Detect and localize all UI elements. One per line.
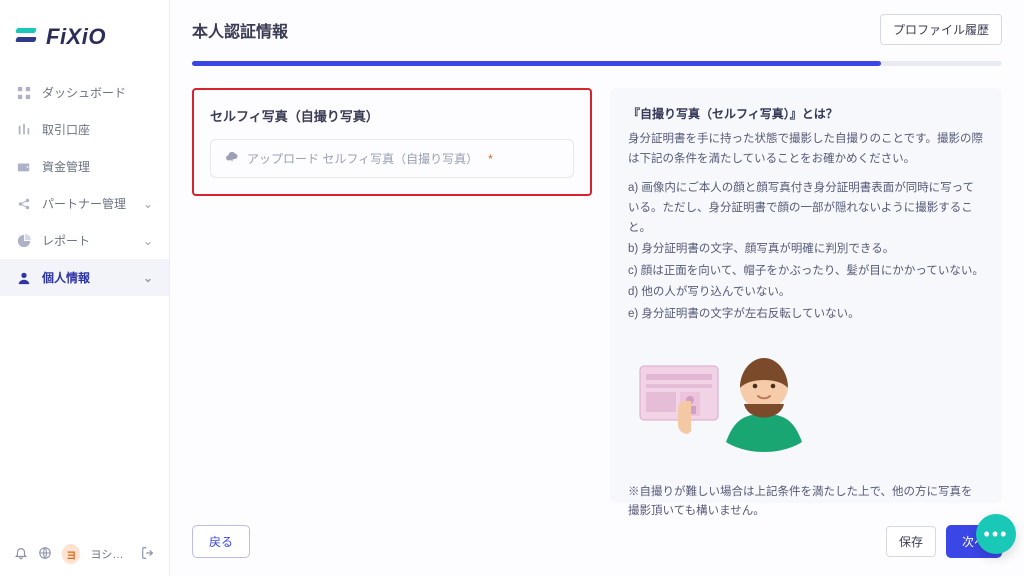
selfie-upload-card: セルフィ写真（自撮り写真） アップロード セルフィ写真（自撮り写真） * — [192, 88, 592, 196]
info-rule: e) 身分証明書の文字が左右反転していない。 — [628, 305, 984, 325]
grid-icon — [16, 85, 32, 101]
chat-fab[interactable]: ••• — [976, 514, 1016, 554]
sidebar-item-label: レポート — [42, 232, 90, 249]
brand-name: FiXiO — [46, 24, 106, 50]
info-rule: a) 画像内にご本人の顔と顔写真付き身分証明書表面が同時に写っている。ただし、身… — [628, 179, 984, 238]
info-intro: 身分証明書を手に持った状態で撮影した自撮りのことです。撮影の際は下記の条件を満た… — [628, 130, 984, 169]
info-heading: 『自撮り写真（セルフィ写真）』とは？ — [628, 104, 984, 124]
page-title: 本人認証情報 — [192, 18, 288, 42]
sidebar-item-label: 個人情報 — [42, 269, 90, 286]
chevron-down-icon: ⌄ — [143, 234, 153, 248]
brand-logo: FiXiO — [0, 0, 169, 68]
sidebar-item-personal[interactable]: 個人情報 ⌄ — [0, 259, 169, 296]
required-mark: * — [488, 152, 493, 166]
info-rule: d) 他の人が写り込んでいない。 — [628, 283, 984, 303]
upload-panel: セルフィ写真（自撮り写真） アップロード セルフィ写真（自撮り写真） * — [192, 88, 592, 503]
sidebar-item-partner[interactable]: パートナー管理 ⌄ — [0, 185, 169, 222]
chat-icon: ••• — [984, 524, 1009, 545]
sidebar-item-dashboard[interactable]: ダッシュボード — [0, 74, 169, 111]
wallet-icon — [16, 159, 32, 175]
sidebar-item-funds[interactable]: 資金管理 — [0, 148, 169, 185]
sidebar-item-accounts[interactable]: 取引口座 — [0, 111, 169, 148]
logout-icon[interactable] — [141, 546, 155, 563]
chevron-down-icon: ⌄ — [143, 197, 153, 211]
info-rule: c) 顔は正面を向いて、帽子をかぶったり、髪が目にかかっていない。 — [628, 262, 984, 282]
selfie-illustration — [628, 338, 828, 458]
user-name: ヨシダ… — [90, 546, 131, 562]
share-icon — [16, 196, 32, 212]
info-panel: 『自撮り写真（セルフィ写真）』とは？ 身分証明書を手に持った状態で撮影した自撮り… — [610, 88, 1002, 503]
brand-logo-mark — [16, 25, 40, 49]
bars-icon — [16, 122, 32, 138]
globe-icon[interactable] — [38, 546, 52, 563]
main: 本人認証情報 プロファイル履歴 セルフィ写真（自撮り写真） アップロード セルフ… — [170, 0, 1024, 576]
sidebar-nav: ダッシュボード 取引口座 資金管理 パートナー管理 ⌄ — [0, 68, 169, 532]
info-rule: b) 身分証明書の文字、顔写真が明確に判別できる。 — [628, 240, 984, 260]
avatar[interactable]: ヨ — [62, 544, 80, 564]
upload-dropzone[interactable]: アップロード セルフィ写真（自撮り写真） * — [210, 139, 574, 178]
info-rules: a) 画像内にご本人の顔と顔写真付き身分証明書表面が同時に写っている。ただし、身… — [628, 179, 984, 324]
sidebar-item-label: 取引口座 — [42, 121, 90, 138]
info-note-1: ※自撮りが難しい場合は上記条件を満たした上で、他の方に写真を撮影頂いても構いませ… — [628, 483, 984, 522]
footer-bar: 戻る 保存 次へ — [170, 525, 1024, 576]
pie-icon — [16, 233, 32, 249]
chevron-down-icon: ⌄ — [143, 271, 153, 285]
sidebar-item-label: 資金管理 — [42, 158, 90, 175]
user-icon — [16, 270, 32, 286]
upload-label: アップロード セルフィ写真（自撮り写真） — [247, 150, 478, 167]
sidebar: FiXiO ダッシュボード 取引口座 資金管理 — [0, 0, 170, 576]
progress-bar — [192, 61, 1002, 66]
sidebar-item-report[interactable]: レポート ⌄ — [0, 222, 169, 259]
profile-history-button[interactable]: プロファイル履歴 — [880, 14, 1002, 45]
content: セルフィ写真（自撮り写真） アップロード セルフィ写真（自撮り写真） * 『自撮… — [170, 66, 1024, 525]
sidebar-footer: ヨ ヨシダ… — [0, 532, 169, 576]
save-button[interactable]: 保存 — [886, 526, 936, 557]
sidebar-item-label: ダッシュボード — [42, 84, 126, 101]
bell-icon[interactable] — [14, 546, 28, 563]
topbar: 本人認証情報 プロファイル履歴 — [170, 0, 1024, 55]
back-button[interactable]: 戻る — [192, 525, 250, 558]
sidebar-item-label: パートナー管理 — [42, 195, 126, 212]
cloud-upload-icon — [225, 150, 239, 167]
card-title: セルフィ写真（自撮り写真） — [210, 106, 574, 125]
